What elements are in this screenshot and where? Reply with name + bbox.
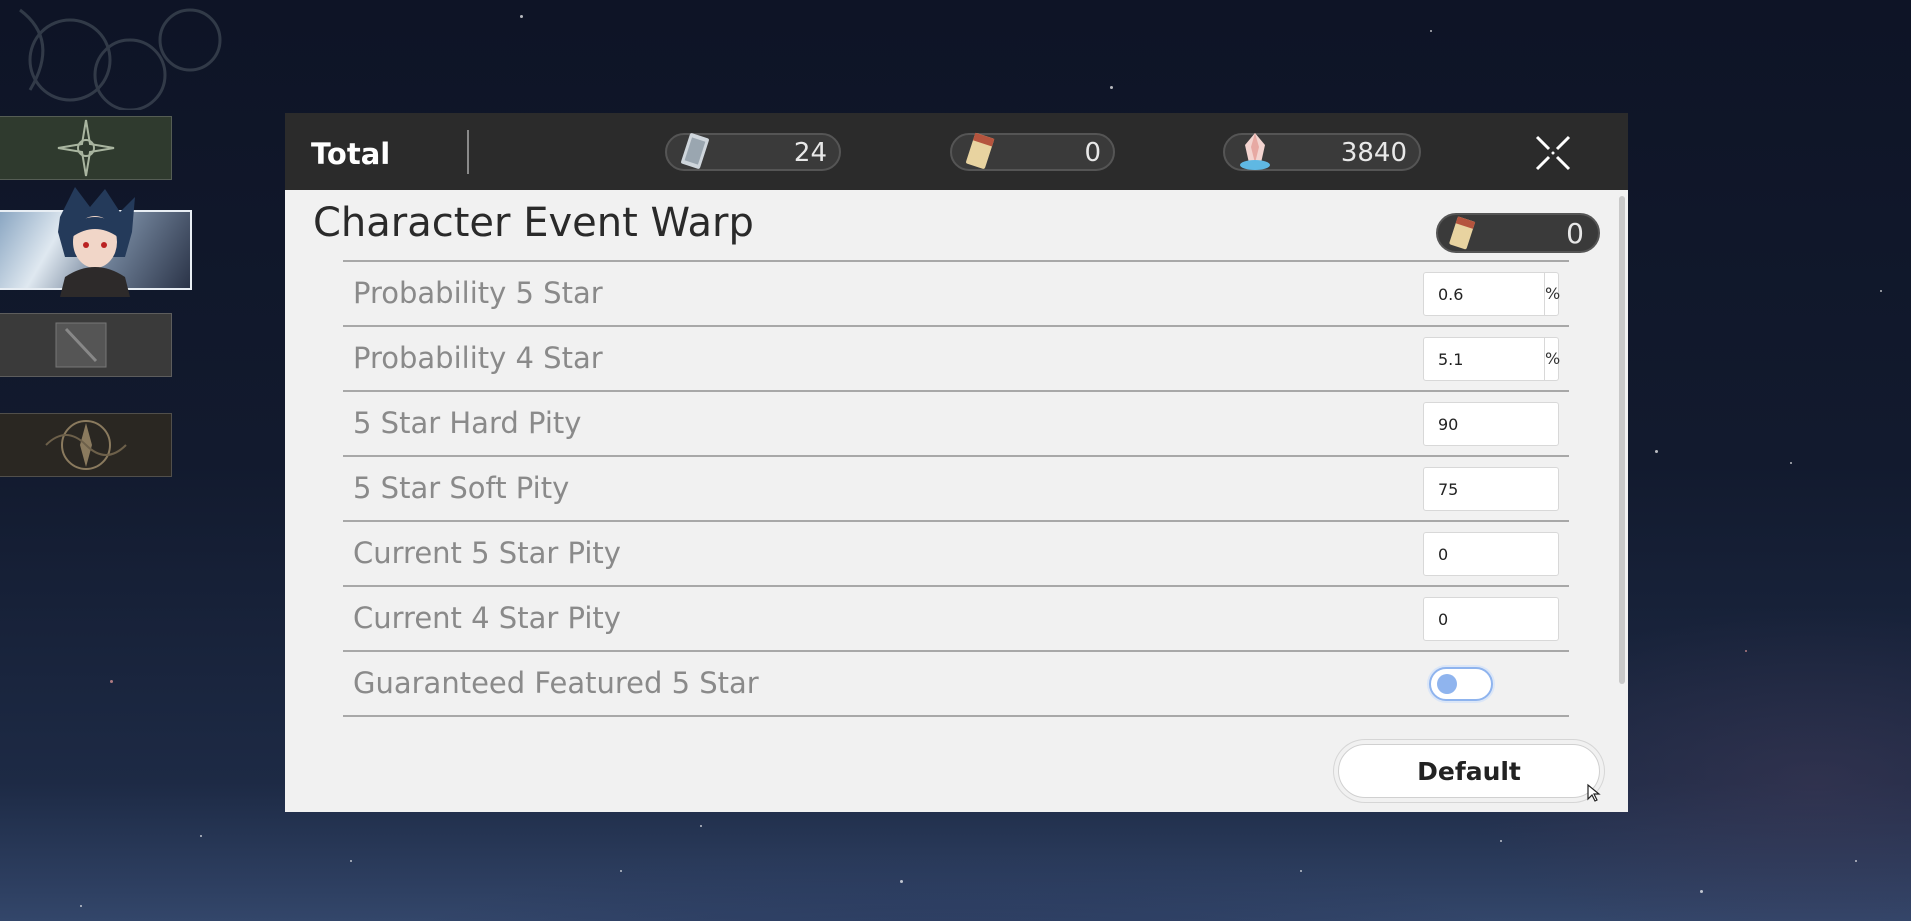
setting-row-guaranteed-featured: Guaranteed Featured 5 Star bbox=[343, 652, 1569, 717]
soft-pity-field bbox=[1423, 467, 1559, 511]
probability-5-star-field: % bbox=[1423, 272, 1561, 316]
currency-stellar-jade: 3840 bbox=[1223, 133, 1421, 171]
probability-4-star-input[interactable] bbox=[1424, 338, 1545, 380]
currency-value: 3840 bbox=[1340, 138, 1407, 168]
character-portrait-icon bbox=[58, 187, 135, 297]
guaranteed-featured-toggle[interactable] bbox=[1429, 667, 1493, 701]
setting-label: 5 Star Soft Pity bbox=[353, 471, 570, 505]
banner-tab-character-event[interactable] bbox=[0, 187, 192, 297]
compass-star-icon bbox=[57, 119, 114, 177]
settings-list: Probability 5 Star % Probability 4 Star … bbox=[343, 262, 1569, 717]
currency-value: 24 bbox=[793, 138, 827, 168]
pass-counter: 0 bbox=[1436, 213, 1600, 253]
banner-tab-standard[interactable] bbox=[0, 116, 172, 180]
setting-label: Current 4 Star Pity bbox=[353, 601, 621, 635]
hard-pity-input[interactable] bbox=[1424, 403, 1558, 445]
setting-label: Current 5 Star Pity bbox=[353, 536, 621, 570]
mouse-cursor-icon bbox=[1587, 783, 1601, 802]
warp-settings-dialog: Total 24 0 3840 Character Event Warp 0 P… bbox=[285, 113, 1628, 812]
setting-row-current-5-star-pity: Current 5 Star Pity bbox=[343, 522, 1569, 587]
currency-value: 0 bbox=[1084, 138, 1101, 168]
decorative-ornament-icon bbox=[19, 8, 222, 110]
currency-star-rail-pass: 0 bbox=[950, 132, 1115, 171]
setting-label: Probability 4 Star bbox=[353, 341, 603, 375]
scroll-thumb[interactable] bbox=[1619, 196, 1625, 684]
setting-row-current-4-star-pity: Current 4 Star Pity bbox=[343, 587, 1569, 652]
stellar-jade-icon bbox=[1240, 133, 1270, 170]
close-icon[interactable] bbox=[1533, 133, 1573, 173]
banner-tab-departure[interactable] bbox=[0, 413, 172, 477]
header-title: Total bbox=[311, 137, 391, 171]
currency-special-pass: 24 bbox=[665, 133, 841, 171]
dialog-header: Total 24 0 3840 bbox=[285, 113, 1628, 190]
setting-label: Guaranteed Featured 5 Star bbox=[353, 666, 759, 700]
setting-label: Probability 5 Star bbox=[353, 276, 603, 310]
setting-row-5-star-hard-pity: 5 Star Hard Pity bbox=[343, 392, 1569, 457]
star-rail-pass-icon bbox=[1449, 216, 1476, 250]
banner-tab-light-cone-event[interactable] bbox=[0, 313, 172, 377]
light-cone-art-icon bbox=[55, 322, 106, 368]
star-rail-pass-icon bbox=[966, 132, 995, 169]
toggle-knob bbox=[1437, 674, 1457, 694]
default-button[interactable]: Default bbox=[1338, 744, 1600, 798]
section-title: Character Event Warp bbox=[313, 200, 754, 246]
ornate-emblem-icon bbox=[44, 420, 127, 470]
special-pass-icon bbox=[681, 133, 709, 169]
pass-counter-value: 0 bbox=[1566, 217, 1584, 250]
unit-label: % bbox=[1545, 284, 1561, 303]
current-4-star-pity-field bbox=[1423, 597, 1559, 641]
current-5-star-pity-input[interactable] bbox=[1424, 533, 1558, 575]
banner-tab-list bbox=[0, 0, 222, 921]
setting-row-probability-5-star: Probability 5 Star % bbox=[343, 262, 1569, 327]
setting-row-probability-4-star: Probability 4 Star % bbox=[343, 327, 1569, 392]
unit-label: % bbox=[1545, 349, 1561, 368]
soft-pity-input[interactable] bbox=[1424, 468, 1558, 510]
setting-label: 5 Star Hard Pity bbox=[353, 406, 582, 440]
hard-pity-field bbox=[1423, 402, 1559, 446]
current-4-star-pity-input[interactable] bbox=[1424, 598, 1558, 640]
header-divider bbox=[467, 130, 469, 174]
probability-4-star-field: % bbox=[1423, 337, 1561, 381]
probability-5-star-input[interactable] bbox=[1424, 273, 1545, 315]
setting-row-5-star-soft-pity: 5 Star Soft Pity bbox=[343, 457, 1569, 522]
current-5-star-pity-field bbox=[1423, 532, 1559, 576]
scrollbar[interactable] bbox=[1616, 190, 1628, 812]
